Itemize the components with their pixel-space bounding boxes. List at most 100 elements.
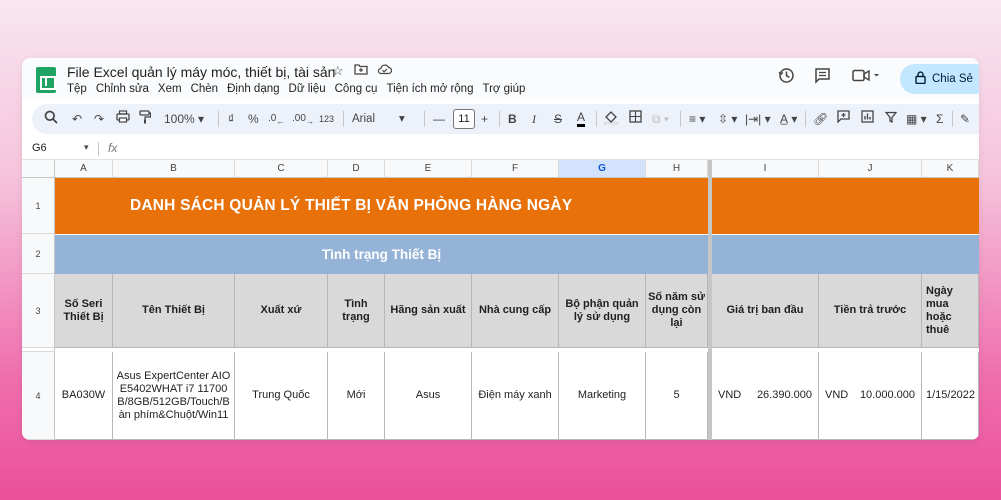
undo-icon[interactable]: ↶ bbox=[72, 110, 82, 128]
increase-font-size-button[interactable]: + bbox=[481, 110, 488, 128]
text-wrapping-icon[interactable]: |⇥| ▾ bbox=[745, 110, 771, 128]
header-cell-department[interactable]: Bộ phận quản lý sử dụng bbox=[559, 274, 646, 348]
select-all-corner[interactable] bbox=[22, 160, 55, 178]
header-cell-purchase-date[interactable]: Ngày mua hoặc thuê bbox=[922, 274, 979, 348]
column-header-h[interactable]: H bbox=[646, 160, 708, 178]
header-cell-initial-value[interactable]: Giá trị ban đầu bbox=[712, 274, 819, 348]
cell-supplier[interactable]: Điện máy xanh bbox=[472, 352, 559, 440]
header-cell-status[interactable]: Tình trạng bbox=[328, 274, 385, 348]
insert-chart-icon[interactable] bbox=[861, 110, 874, 128]
horizontal-align-icon[interactable]: ≡ ▾ bbox=[689, 110, 705, 128]
row-header-4[interactable]: 4 bbox=[22, 352, 55, 440]
cell-initial-value[interactable]: VND 26.390.000 bbox=[712, 352, 819, 440]
share-label: Chia Sẻ bbox=[932, 73, 973, 85]
insert-link-icon[interactable]: 🔗︎ bbox=[813, 110, 828, 128]
header-cell-serial[interactable]: Số Seri Thiết Bị bbox=[55, 274, 113, 348]
row-header-3[interactable]: 3 bbox=[22, 274, 55, 348]
search-menus-icon[interactable] bbox=[44, 110, 58, 129]
print-icon[interactable] bbox=[116, 110, 130, 128]
menu-tools[interactable]: Công cụ bbox=[335, 83, 378, 95]
cell-years-left[interactable]: 5 bbox=[646, 352, 708, 440]
frozen-column-divider[interactable] bbox=[708, 160, 712, 440]
font-size-input[interactable]: 11 bbox=[453, 109, 475, 129]
cell-origin[interactable]: Trung Quốc bbox=[235, 352, 328, 440]
menu-file[interactable]: Tệp bbox=[67, 83, 87, 95]
star-icon[interactable]: ☆ bbox=[332, 63, 344, 79]
cell-purchase-date[interactable]: 1/15/2022 bbox=[922, 352, 979, 440]
name-box[interactable]: G6 bbox=[32, 142, 47, 154]
move-folder-icon[interactable] bbox=[354, 63, 368, 78]
cloud-saved-icon[interactable] bbox=[377, 63, 393, 78]
cell-serial[interactable]: BA030W bbox=[55, 352, 113, 440]
zoom-select[interactable]: 100% ▾ bbox=[164, 110, 204, 128]
column-header-g[interactable]: G bbox=[559, 160, 646, 178]
merge-cells-icon[interactable]: ⧉ ▾ bbox=[652, 110, 669, 128]
paint-format-icon[interactable] bbox=[139, 110, 152, 129]
sheets-logo-icon[interactable] bbox=[36, 67, 56, 93]
header-cell-prepaid[interactable]: Tiền trả trước bbox=[819, 274, 922, 348]
menu-data[interactable]: Dữ liệu bbox=[289, 83, 326, 95]
cell-maker[interactable]: Asus bbox=[385, 352, 472, 440]
column-header-b[interactable]: B bbox=[113, 160, 235, 178]
version-history-icon[interactable] bbox=[778, 67, 795, 89]
font-family-select[interactable]: Arial ▾ bbox=[352, 110, 405, 128]
section-subtitle-cell[interactable]: Tình trạng Thiết Bị bbox=[55, 234, 708, 274]
cell-department[interactable]: Marketing bbox=[559, 352, 646, 440]
sheet-title-cell[interactable]: DANH SÁCH QUẢN LÝ THIẾT BỊ VĂN PHÒNG HÀN… bbox=[55, 178, 708, 234]
vertical-align-icon[interactable]: ⇳ ▾ bbox=[718, 110, 737, 128]
header-cell-years-left[interactable]: Số năm sử dụng còn lại bbox=[646, 274, 708, 348]
more-formats-button[interactable]: 123 bbox=[319, 110, 334, 128]
decrease-decimal-button[interactable]: .0← bbox=[268, 110, 285, 130]
input-tools-icon[interactable]: ✎︎ bbox=[960, 110, 970, 128]
menu-format[interactable]: Định dạng bbox=[227, 83, 279, 95]
menu-help[interactable]: Trợ giúp bbox=[482, 83, 525, 95]
menu-insert[interactable]: Chèn bbox=[191, 83, 219, 95]
column-header-k[interactable]: K bbox=[922, 160, 979, 178]
row-header-1[interactable]: 1 bbox=[22, 178, 55, 234]
column-header-d[interactable]: D bbox=[328, 160, 385, 178]
menu-extensions[interactable]: Tiện ích mở rộng bbox=[386, 83, 473, 95]
menu-edit[interactable]: Chỉnh sửa bbox=[96, 83, 149, 95]
toolbar-divider bbox=[680, 111, 681, 127]
column-header-e[interactable]: E bbox=[385, 160, 472, 178]
text-rotation-icon[interactable]: A̲ ▾ bbox=[780, 110, 797, 128]
decrease-font-size-button[interactable]: — bbox=[433, 110, 445, 128]
cell-prepaid[interactable]: VND 10.000.000 bbox=[819, 352, 922, 440]
functions-icon[interactable]: Σ bbox=[936, 110, 943, 128]
title-band-continuation[interactable] bbox=[712, 178, 979, 234]
meet-video-icon[interactable] bbox=[852, 67, 880, 89]
header-cell-device-name[interactable]: Tên Thiết Bị bbox=[113, 274, 235, 348]
row-header-2[interactable]: 2 bbox=[22, 234, 55, 274]
insert-comment-icon[interactable] bbox=[837, 110, 850, 128]
header-cell-origin[interactable]: Xuất xứ bbox=[235, 274, 328, 348]
cell-status[interactable]: Mới bbox=[328, 352, 385, 440]
document-title[interactable]: File Excel quản lý máy móc, thiết bị, tà… bbox=[67, 64, 335, 80]
share-button[interactable]: Chia Sẻ bbox=[900, 64, 979, 94]
fill-color-icon[interactable] bbox=[603, 110, 619, 130]
filter-icon[interactable] bbox=[884, 110, 898, 128]
italic-button[interactable]: I bbox=[532, 110, 536, 128]
filter-views-icon[interactable]: ▦ ▾ bbox=[906, 110, 927, 128]
column-header-a[interactable]: A bbox=[55, 160, 113, 178]
sheets-window: File Excel quản lý máy móc, thiết bị, tà… bbox=[22, 58, 979, 440]
header-cell-maker[interactable]: Hãng sản xuất bbox=[385, 274, 472, 348]
column-header-f[interactable]: F bbox=[472, 160, 559, 178]
strikethrough-button[interactable]: S bbox=[554, 110, 562, 128]
bold-button[interactable]: B bbox=[508, 110, 517, 128]
percent-format-button[interactable]: % bbox=[248, 110, 259, 128]
borders-icon[interactable] bbox=[629, 110, 642, 128]
subtitle-band-continuation[interactable] bbox=[712, 234, 979, 274]
column-header-j[interactable]: J bbox=[819, 160, 922, 178]
column-header-c[interactable]: C bbox=[235, 160, 328, 178]
text-color-button[interactable]: A bbox=[577, 110, 586, 127]
menu-view[interactable]: Xem bbox=[158, 83, 182, 95]
column-header-i[interactable]: I bbox=[712, 160, 819, 178]
currency-format-button[interactable]: ₫ bbox=[228, 110, 234, 128]
header-cell-supplier[interactable]: Nhà cung cấp bbox=[472, 274, 559, 348]
comment-icon[interactable] bbox=[814, 67, 831, 89]
cell-device-name[interactable]: Asus ExpertCenter AIO E5402WHAT i7 11700… bbox=[113, 352, 235, 440]
toolbar: ↶ ↷ 100% ▾ ₫ % .0← .00→ 123 Arial ▾ — 11 … bbox=[32, 104, 979, 134]
increase-decimal-button[interactable]: .00→ bbox=[292, 110, 314, 130]
redo-icon[interactable]: ↷ bbox=[94, 110, 104, 128]
name-box-dropdown-icon[interactable]: ▾ bbox=[84, 142, 89, 153]
